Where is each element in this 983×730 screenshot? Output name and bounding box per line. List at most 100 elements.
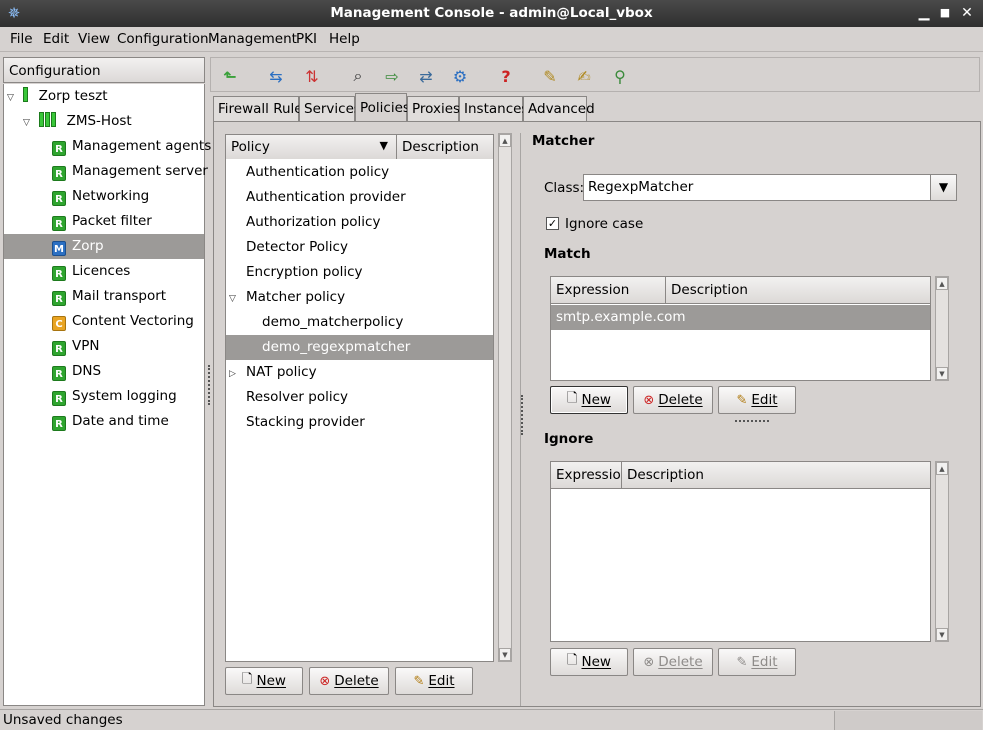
component-badge-icon: R [52,216,66,231]
scroll-up-icon[interactable]: ▲ [936,462,948,475]
tab-firewall-rules[interactable]: Firewall Rules [213,96,310,122]
host-status-icon [39,111,57,136]
sidebar-splitter[interactable] [208,365,211,405]
help-icon[interactable]: ? [493,63,519,89]
menu-pki[interactable]: PKI [296,31,317,47]
ignore-case-checkbox[interactable]: ✓ [546,217,559,230]
expand-arrow-icon[interactable]: ▽ [7,86,19,111]
ignore-case-label: Ignore case [565,216,644,232]
tree-item-management-server[interactable]: R Management server [52,159,208,184]
search-icon[interactable]: ⌕ [345,63,371,89]
go-up-icon[interactable]: ⬑ [217,63,243,89]
dropdown-arrow-icon[interactable]: ▼ [930,175,956,200]
policy-item-demo-regexpmatcher[interactable]: demo_regexpmatcher [226,335,493,360]
ignore-table-scrollbar[interactable]: ▲ ▼ [935,461,949,642]
tree-item-dns[interactable]: R DNS [52,359,202,384]
component-badge-icon: R [52,166,66,181]
ignore-new-button[interactable]: 🗋 New [550,648,628,676]
scroll-up-icon[interactable]: ▲ [499,134,511,147]
match-edit-button[interactable]: ✎ Edit [718,386,796,414]
policy-category-authentication-provider[interactable]: Authentication provider [246,185,406,210]
policy-column-header[interactable]: Policy ▼ [225,134,397,160]
tree-item-networking[interactable]: R Networking [52,184,202,209]
edit-icon: ✎ [736,654,748,670]
menu-view[interactable]: View [78,31,110,47]
ignore-edit-button[interactable]: ✎ Edit [718,648,796,676]
edit-note-icon[interactable]: ✍ [571,63,597,89]
menu-management[interactable]: Management [208,31,297,47]
menu-configuration[interactable]: Configuration [117,31,209,47]
tab-advanced[interactable]: Advanced [523,96,595,122]
tab-proxies[interactable]: Proxies [407,96,460,122]
policy-list-scrollbar[interactable]: ▲ ▼ [498,133,512,662]
expand-arrow-icon[interactable]: ▽ [23,111,35,136]
tree-item-zorp[interactable]: M Zorp [4,234,204,259]
tree-item-system-logging[interactable]: R System logging [52,384,202,409]
tree-item-content-vectoring[interactable]: C Content Vectoring [52,309,202,334]
expand-arrow-icon[interactable]: ▽ [229,287,246,312]
wand-icon[interactable]: ✎ [537,63,563,89]
tree-item-management-agents[interactable]: R Management agents [52,134,211,159]
tab-policies[interactable]: Policies [355,93,410,122]
policy-category-authorization-policy[interactable]: Authorization policy [246,210,380,235]
policy-item-demo-matcherpolicy[interactable]: demo_matcherpolicy [262,310,403,335]
component-badge-icon: R [52,366,66,381]
match-table-scrollbar[interactable]: ▲ ▼ [935,276,949,381]
component-badge-icon: R [52,141,66,156]
transfer-icon[interactable]: ⇄ [413,63,439,89]
sort-arrow-icon: ▼ [379,139,388,152]
match-expression-header[interactable]: Expression [551,277,666,304]
match-description-header[interactable]: Description [666,277,930,304]
match-ignore-splitter[interactable] [735,420,769,423]
component-badge-icon: R [52,391,66,406]
close-icon[interactable]: ✕ [957,3,977,23]
tree-item-date-and-time[interactable]: R Date and time [52,409,202,434]
tree-item-mail-transport[interactable]: R Mail transport [52,284,202,309]
scroll-up-icon[interactable]: ▲ [936,277,948,290]
match-delete-button[interactable]: ⊗ Delete [633,386,713,414]
scroll-down-icon[interactable]: ▼ [936,367,948,380]
tree-item-zms-host[interactable]: ▽ ZMS-Host [23,109,132,134]
inspect-icon[interactable]: ⚲ [607,63,633,89]
policy-category-nat-policy[interactable]: ▷ NAT policy [229,360,317,385]
tree-item-packet-filter[interactable]: R Packet filter [52,209,202,234]
policy-edit-button[interactable]: ✎ Edit [395,667,473,695]
policy-delete-button[interactable]: ⊗ Delete [309,667,389,695]
scroll-down-icon[interactable]: ▼ [936,628,948,641]
policy-new-button[interactable]: 🗋 New [225,667,303,695]
maximize-icon[interactable]: ■ [935,3,955,23]
match-row[interactable]: smtp.example.com [551,305,930,330]
settings-gear-icon[interactable]: ⚙ [447,63,473,89]
commit-icon[interactable]: ⇆ [263,63,289,89]
description-column-header[interactable]: Description [396,134,494,160]
policy-category-detector-policy[interactable]: Detector Policy [246,235,348,260]
revert-icon[interactable]: ⇅ [299,63,325,89]
ignore-expression-header[interactable]: Expression [551,462,629,489]
menu-edit[interactable]: Edit [43,31,69,47]
tree-item-licences[interactable]: R Licences [52,259,202,284]
policy-category-resolver-policy[interactable]: Resolver policy [246,385,348,410]
collapse-arrow-icon[interactable]: ▷ [229,362,246,387]
match-new-button[interactable]: 🗋 New [550,386,628,414]
tab-instances[interactable]: Instances [459,96,528,122]
class-select[interactable]: RegexpMatcher ▼ [583,174,957,201]
ignore-delete-button[interactable]: ⊗ Delete [633,648,713,676]
class-label: Class: [544,180,585,196]
component-badge-icon: M [52,241,66,256]
policy-category-matcher-policy[interactable]: ▽ Matcher policy [229,285,345,310]
tree-item-vpn[interactable]: R VPN [52,334,202,359]
upload-icon[interactable]: ⇨ [379,63,405,89]
content-splitter[interactable] [521,395,524,435]
tree-item-zorp-teszt[interactable]: ▽ Zorp teszt [7,84,108,109]
ignore-description-header[interactable]: Description [622,462,930,489]
policy-category-encryption-policy[interactable]: Encryption policy [246,260,363,285]
edit-icon: ✎ [736,392,748,408]
scroll-down-icon[interactable]: ▼ [499,648,511,661]
minimize-icon[interactable]: ▁ [914,3,934,23]
policy-category-authentication-policy[interactable]: Authentication policy [246,160,389,185]
ignore-table: Expression Description [550,461,931,642]
menu-help[interactable]: Help [329,31,360,47]
tab-services[interactable]: Services [299,96,361,122]
policy-category-stacking-provider[interactable]: Stacking provider [246,410,365,435]
menu-file[interactable]: File [10,31,33,47]
